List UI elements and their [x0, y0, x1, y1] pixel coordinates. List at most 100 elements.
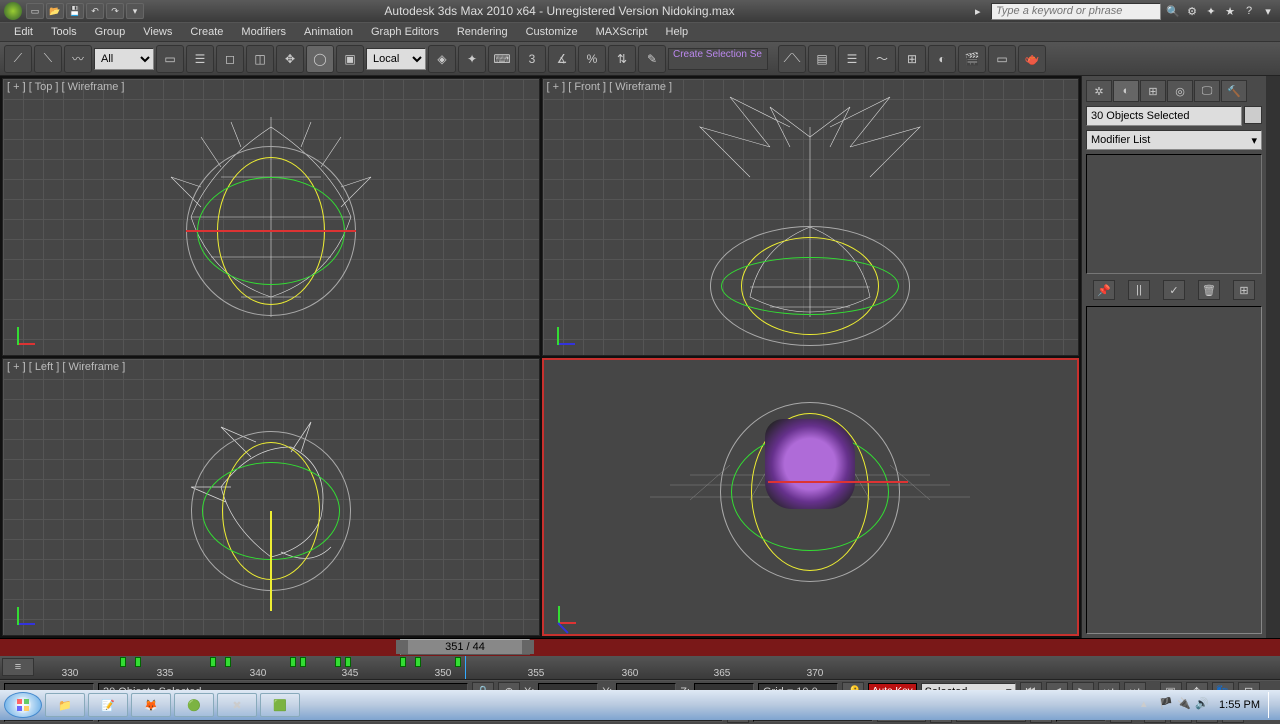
move-btn[interactable]: ✥	[276, 45, 304, 73]
track-bar[interactable]: ≡ 330 335 340 345 350 355 360 365 370	[0, 656, 1280, 680]
snap-3d-btn[interactable]: 3	[518, 45, 546, 73]
infocenter-toggle[interactable]: ▸	[975, 5, 987, 18]
viewport-label-left[interactable]: [ + ] [ Left ] [ Wireframe ]	[7, 361, 125, 373]
keyframe[interactable]	[455, 657, 461, 667]
menu-graph-editors[interactable]: Graph Editors	[363, 25, 447, 39]
rendered-frame-btn[interactable]: ▭	[988, 45, 1016, 73]
window-crossing-btn[interactable]: ◫	[246, 45, 274, 73]
help-icon[interactable]: ?	[1241, 3, 1257, 19]
percent-snap-btn[interactable]: %	[578, 45, 606, 73]
undo-btn[interactable]: ↶	[86, 3, 104, 19]
named-selection-set[interactable]: Create Selection Se	[668, 48, 768, 70]
menu-edit[interactable]: Edit	[6, 25, 41, 39]
select-region-rect-btn[interactable]: ◻	[216, 45, 244, 73]
modify-tab[interactable]: ◐	[1113, 80, 1139, 102]
ref-coord-select[interactable]: Local	[366, 48, 426, 70]
modifier-stack[interactable]	[1086, 154, 1262, 274]
keyframe[interactable]	[210, 657, 216, 667]
menu-help[interactable]: Help	[658, 25, 697, 39]
make-unique-btn[interactable]: ✓	[1163, 280, 1185, 300]
keyframe[interactable]	[345, 657, 351, 667]
time-slider-track[interactable]: 351 / 44	[0, 638, 1280, 656]
tray-volume-icon[interactable]: 🔊	[1195, 697, 1211, 713]
schematic-view-btn[interactable]: ⊞	[898, 45, 926, 73]
viewport-label-top[interactable]: [ + ] [ Top ] [ Wireframe ]	[7, 81, 124, 93]
layer-manager-btn[interactable]: ☰	[838, 45, 866, 73]
viewport-left[interactable]: [ + ] [ Left ] [ Wireframe ]	[2, 358, 540, 636]
menu-tools[interactable]: Tools	[43, 25, 85, 39]
align-btn[interactable]: ▤	[808, 45, 836, 73]
help-search-input[interactable]	[991, 3, 1161, 20]
time-slider-handle[interactable]: 351 / 44	[400, 639, 530, 655]
keyframe[interactable]	[225, 657, 231, 667]
menu-views[interactable]: Views	[135, 25, 180, 39]
pivot-center-btn[interactable]: ◈	[428, 45, 456, 73]
task-notepad[interactable]: 📝	[88, 693, 128, 717]
utilities-tab[interactable]: 🔨	[1221, 80, 1247, 102]
menu-rendering[interactable]: Rendering	[449, 25, 516, 39]
mirror-btn[interactable]: ⟋⟍	[778, 45, 806, 73]
scale-btn[interactable]: ▣	[336, 45, 364, 73]
qat-dropdown[interactable]: ▾	[126, 3, 144, 19]
tray-network-icon[interactable]: 🔌	[1177, 697, 1193, 713]
prev-frame-btn[interactable]	[396, 640, 408, 654]
display-tab[interactable]: 🖵	[1194, 80, 1220, 102]
next-frame-btn[interactable]	[522, 640, 534, 654]
viewport-top[interactable]: [ + ] [ Top ] [ Wireframe ]	[2, 78, 540, 356]
keyboard-shortcut-btn[interactable]: ⌨	[488, 45, 516, 73]
comm-center-icon[interactable]: ⚙	[1184, 3, 1200, 19]
curve-editor-btn[interactable]: 〜	[868, 45, 896, 73]
viewport-label-front[interactable]: [ + ] [ Front ] [ Wireframe ]	[547, 81, 673, 93]
task-3dsmax[interactable]: 🟢	[174, 693, 214, 717]
manipulate-btn[interactable]: ✦	[458, 45, 486, 73]
open-file-btn[interactable]: 📂	[46, 3, 64, 19]
selection-filter-select[interactable]: All	[94, 48, 154, 70]
pin-stack-btn[interactable]: 📌	[1093, 280, 1115, 300]
viewport-front[interactable]: [ + ] [ Front ] [ Wireframe ]	[542, 78, 1080, 356]
keyframe[interactable]	[400, 657, 406, 667]
save-file-btn[interactable]: 💾	[66, 3, 84, 19]
unlink-btn[interactable]: ⟍	[34, 45, 62, 73]
menu-maxscript[interactable]: MAXScript	[588, 25, 656, 39]
task-app[interactable]: 🟩	[260, 693, 300, 717]
menu-create[interactable]: Create	[182, 25, 231, 39]
task-close[interactable]: ✖	[217, 693, 257, 717]
subscription-icon[interactable]: ✦	[1203, 3, 1219, 19]
create-tab[interactable]: ✲	[1086, 80, 1112, 102]
hierarchy-tab[interactable]: ⊞	[1140, 80, 1166, 102]
search-icon[interactable]: 🔍	[1165, 3, 1181, 19]
angle-snap-btn[interactable]: ∡	[548, 45, 576, 73]
new-file-btn[interactable]: ▭	[26, 3, 44, 19]
menu-animation[interactable]: Animation	[296, 25, 361, 39]
keyframe[interactable]	[415, 657, 421, 667]
keyframe[interactable]	[120, 657, 126, 667]
object-color-swatch[interactable]	[1244, 106, 1262, 124]
remove-modifier-btn[interactable]: 🗑	[1198, 280, 1220, 300]
render-setup-btn[interactable]: 🎬	[958, 45, 986, 73]
menu-customize[interactable]: Customize	[518, 25, 586, 39]
menu-modifiers[interactable]: Modifiers	[233, 25, 294, 39]
menu-group[interactable]: Group	[87, 25, 134, 39]
configure-sets-btn[interactable]: ⊞	[1233, 280, 1255, 300]
show-desktop-btn[interactable]	[1268, 692, 1276, 718]
select-link-btn[interactable]: ⟋	[4, 45, 32, 73]
rotate-btn[interactable]: ◯	[306, 45, 334, 73]
tray-show-hidden-icon[interactable]: ▴	[1141, 697, 1157, 713]
select-by-name-btn[interactable]: ☰	[186, 45, 214, 73]
spinner-snap-btn[interactable]: ⇅	[608, 45, 636, 73]
start-button[interactable]	[4, 692, 42, 718]
render-btn[interactable]: 🫖	[1018, 45, 1046, 73]
redo-btn[interactable]: ↷	[106, 3, 124, 19]
modifier-list-select[interactable]: Modifier List▾	[1086, 130, 1262, 150]
motion-tab[interactable]: ◎	[1167, 80, 1193, 102]
keyframe[interactable]	[335, 657, 341, 667]
taskbar-clock[interactable]: 1:55 PM	[1213, 699, 1266, 711]
keyframe[interactable]	[290, 657, 296, 667]
keyframe[interactable]	[135, 657, 141, 667]
favorites-icon[interactable]: ★	[1222, 3, 1238, 19]
edit-named-sel-btn[interactable]: ✎	[638, 45, 666, 73]
material-editor-btn[interactable]: ◐	[928, 45, 956, 73]
keyframe[interactable]	[300, 657, 306, 667]
show-end-result-btn[interactable]: ||	[1128, 280, 1150, 300]
viewport-perspective[interactable]	[542, 358, 1080, 636]
